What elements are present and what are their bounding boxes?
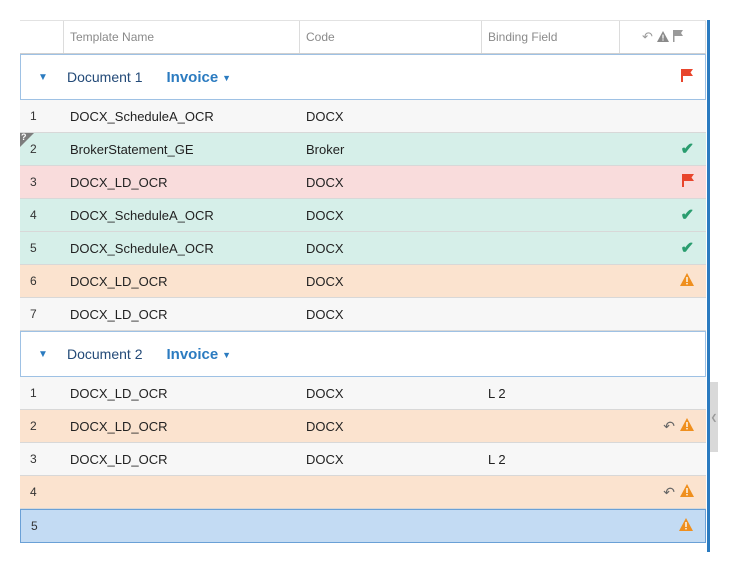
table-row[interactable]: 3 DOCX_LD_OCR DOCX — [20, 166, 706, 199]
row-status-icons: ✔ — [620, 238, 706, 258]
header-num — [20, 21, 64, 53]
group-type-dropdown[interactable]: Invoice ▼ — [166, 69, 231, 86]
row-status-icons — [620, 273, 706, 289]
template-name-cell[interactable]: DOCX_ScheduleA_OCR — [64, 241, 300, 256]
group-header[interactable]: ▼ Document 1 Invoice ▼ — [20, 54, 706, 100]
table-row[interactable]: 4 DOCX_ScheduleA_OCR DOCX ✔ — [20, 199, 706, 232]
template-name-cell[interactable]: DOCX_LD_OCR — [64, 274, 300, 289]
flag-icon — [681, 69, 693, 85]
row-number: 4 — [30, 485, 37, 499]
group-header[interactable]: ▼ Document 2 Invoice ▼ — [20, 331, 706, 377]
code-cell[interactable]: DOCX — [300, 386, 482, 401]
row-number: 5 — [30, 241, 37, 255]
table-row[interactable]: 2 DOCX_LD_OCR DOCX ↶ — [20, 410, 706, 443]
table-row[interactable]: 6 DOCX_LD_OCR DOCX — [20, 265, 706, 298]
binding-field-cell[interactable]: L 2 — [482, 386, 620, 401]
warning-icon[interactable] — [656, 30, 669, 45]
comment-marker-label: ? — [21, 132, 27, 142]
code-cell[interactable]: DOCX — [300, 175, 482, 190]
collapse-caret-icon[interactable]: ▼ — [21, 72, 65, 83]
code-cell[interactable]: DOCX — [300, 452, 482, 467]
table-row[interactable]: 5 — [20, 509, 706, 543]
check-icon: ✔ — [680, 207, 694, 224]
row-number: 7 — [30, 307, 37, 321]
code-cell[interactable]: DOCX — [300, 419, 482, 434]
row-number: 5 — [31, 519, 38, 533]
dropdown-caret-icon: ▼ — [222, 72, 232, 83]
right-rail — [707, 20, 710, 552]
group-title: Document 1 — [67, 69, 143, 85]
reply-icon[interactable]: ↶ — [642, 29, 653, 45]
header-binding-field[interactable]: Binding Field — [482, 21, 620, 53]
row-number: 2 — [30, 419, 37, 433]
group-title: Document 2 — [67, 346, 143, 362]
groups-container: ▼ Document 1 Invoice ▼ 1 DOCX_ScheduleA_OCR DO… — [20, 54, 706, 543]
template-name-cell[interactable]: DOCX_LD_OCR — [64, 386, 300, 401]
row-status-icons — [621, 518, 705, 534]
row-status-icons: ↶ — [620, 484, 706, 501]
row-status-icons: ✔ — [620, 139, 706, 159]
table-row[interactable]: 5 DOCX_ScheduleA_OCR DOCX ✔ — [20, 232, 706, 265]
row-number: 6 — [30, 274, 37, 288]
check-icon: ✔ — [680, 240, 694, 257]
row-number: 3 — [30, 175, 37, 189]
scrollbar-handle[interactable]: ❮ — [710, 382, 718, 452]
group-type-label: Invoice — [166, 345, 219, 363]
table-row[interactable]: ? 2 BrokerStatement_GE Broker ✔ — [20, 132, 706, 166]
row-status-icons: ↶ — [620, 418, 706, 435]
collapse-caret-icon[interactable]: ▼ — [21, 349, 65, 360]
row-number: 3 — [30, 452, 37, 466]
reply-icon[interactable]: ↶ — [663, 484, 675, 501]
warning-icon — [680, 484, 694, 500]
header-status-icons: ↶ — [620, 21, 706, 53]
template-name-cell[interactable]: DOCX_LD_OCR — [64, 419, 300, 434]
template-name-cell[interactable]: DOCX_ScheduleA_OCR — [64, 109, 300, 124]
warning-icon — [680, 418, 694, 434]
code-cell[interactable]: DOCX — [300, 241, 482, 256]
code-cell[interactable]: DOCX — [300, 274, 482, 289]
template-name-cell[interactable]: BrokerStatement_GE — [64, 142, 300, 157]
template-grid: Template Name Code Binding Field ↶ ▼ Docu… — [20, 20, 706, 543]
table-row[interactable]: 1 DOCX_LD_OCR DOCX L 2 — [20, 377, 706, 410]
header-template-name[interactable]: Template Name — [64, 21, 300, 53]
code-cell[interactable]: DOCX — [300, 307, 482, 322]
template-name-cell[interactable]: DOCX_ScheduleA_OCR — [64, 208, 300, 223]
table-row[interactable]: 3 DOCX_LD_OCR DOCX L 2 — [20, 443, 706, 476]
template-name-cell[interactable]: DOCX_LD_OCR — [64, 175, 300, 190]
group-type-dropdown[interactable]: Invoice ▼ — [166, 346, 231, 363]
table-row[interactable]: 7 DOCX_LD_OCR DOCX — [20, 298, 706, 331]
grid-header: Template Name Code Binding Field ↶ — [20, 20, 706, 54]
row-status-icons: ✔ — [620, 205, 706, 225]
group-type-label: Invoice — [166, 68, 219, 86]
row-status-icons — [620, 174, 706, 190]
header-code[interactable]: Code — [300, 21, 482, 53]
binding-field-cell[interactable]: L 2 — [482, 452, 620, 467]
template-name-cell[interactable]: DOCX_LD_OCR — [64, 307, 300, 322]
table-row[interactable]: 4 ↶ — [20, 476, 706, 509]
flag-icon — [682, 174, 694, 190]
flag-icon[interactable] — [672, 29, 683, 45]
reply-icon[interactable]: ↶ — [663, 418, 675, 435]
dropdown-caret-icon: ▼ — [222, 349, 232, 360]
table-row[interactable]: 1 DOCX_ScheduleA_OCR DOCX — [20, 100, 706, 133]
template-name-cell[interactable]: DOCX_LD_OCR — [64, 452, 300, 467]
row-number: 1 — [30, 109, 37, 123]
warning-icon — [679, 518, 693, 534]
row-number: 4 — [30, 208, 37, 222]
warning-icon — [680, 273, 694, 289]
code-cell[interactable]: Broker — [300, 142, 482, 157]
row-number: 1 — [30, 386, 37, 400]
code-cell[interactable]: DOCX — [300, 208, 482, 223]
check-icon: ✔ — [680, 141, 694, 158]
code-cell[interactable]: DOCX — [300, 109, 482, 124]
